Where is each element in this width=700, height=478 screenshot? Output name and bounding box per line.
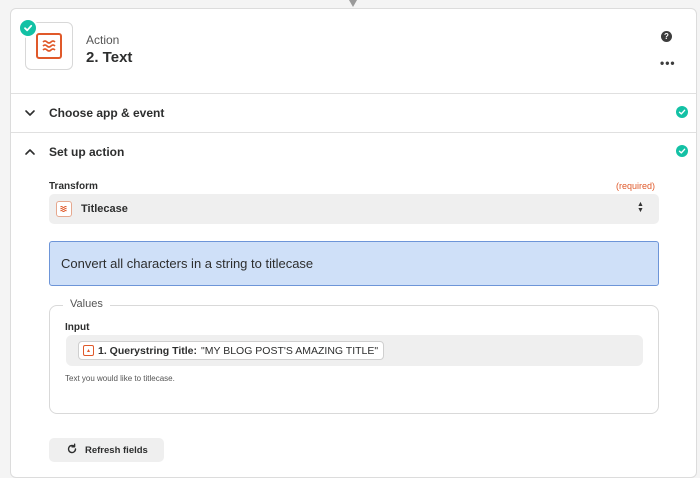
section-label: Choose app & event xyxy=(49,106,165,120)
chevron-up-icon xyxy=(25,149,35,155)
transform-description: Convert all characters in a string to ti… xyxy=(49,241,659,286)
transform-description-text: Convert all characters in a string to ti… xyxy=(61,256,314,271)
transform-label: Transform xyxy=(49,181,98,192)
help-icon[interactable]: ? xyxy=(661,31,672,42)
refresh-icon xyxy=(67,443,77,454)
section-complete-check-icon xyxy=(676,145,688,157)
select-updown-icon: ▲ ▼ xyxy=(637,201,644,214)
input-label: Input xyxy=(65,322,90,333)
app-icon: ▴ xyxy=(83,345,94,356)
input-field[interactable]: ▴ 1. Querystring Title: "MY BLOG POST'S … xyxy=(66,335,643,366)
step-type-label: Action xyxy=(86,33,120,47)
step-complete-check-icon xyxy=(18,18,38,38)
refresh-fields-button[interactable]: Refresh fields xyxy=(49,438,164,462)
formatter-wave-icon xyxy=(56,201,72,217)
step-connector-arrow xyxy=(349,0,357,7)
section-choose-app-event[interactable]: Choose app & event xyxy=(11,94,696,132)
section-label: Set up action xyxy=(49,145,125,159)
formatter-wave-icon xyxy=(36,33,62,59)
step-title[interactable]: 2. Text xyxy=(86,49,132,66)
input-helper-text: Text you would like to titlecase. xyxy=(65,374,175,383)
chevron-down-icon xyxy=(25,110,35,116)
transform-select[interactable]: Titlecase ▲ ▼ xyxy=(49,194,659,224)
token-value: "MY BLOG POST'S AMAZING TITLE" xyxy=(201,344,379,357)
values-legend: Values xyxy=(63,298,110,310)
section-complete-check-icon xyxy=(676,106,688,118)
required-indicator: (required) xyxy=(616,181,656,191)
action-step-card: Action 2. Text ? ••• Choose app & event … xyxy=(10,8,697,478)
more-options-icon[interactable]: ••• xyxy=(660,57,676,69)
token-label: 1. Querystring Title: xyxy=(98,344,197,357)
transform-selected-value: Titlecase xyxy=(81,203,128,215)
refresh-fields-label: Refresh fields xyxy=(85,445,148,456)
section-set-up-action[interactable]: Set up action xyxy=(11,133,696,171)
mapped-field-token[interactable]: ▴ 1. Querystring Title: "MY BLOG POST'S … xyxy=(78,341,385,360)
